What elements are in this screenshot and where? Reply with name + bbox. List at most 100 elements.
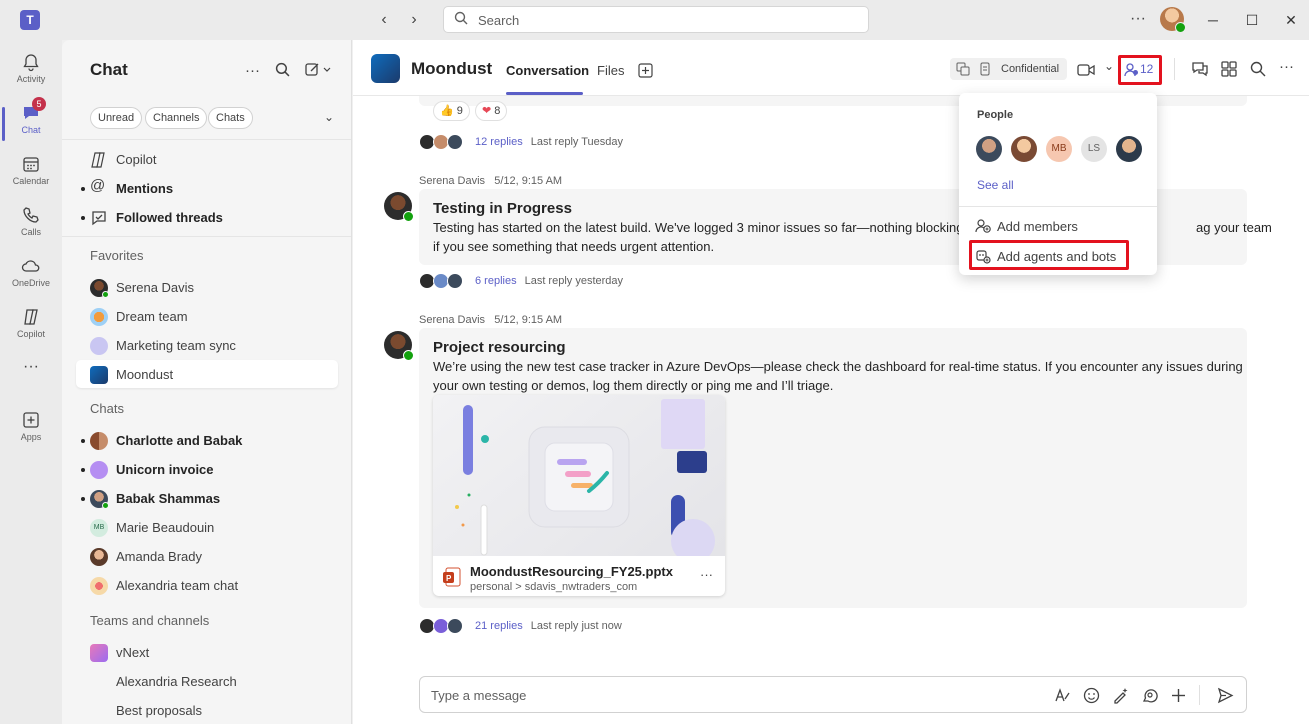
plus-icon[interactable] (1170, 687, 1187, 704)
section-chats[interactable]: Chats (90, 401, 124, 416)
replies-summary[interactable]: 12 replies Last reply Tuesday (475, 136, 623, 148)
sidebar-item-label: Followed threads (116, 210, 223, 225)
attachment-more-options-button[interactable]: ··· (700, 567, 713, 582)
search-icon[interactable] (1249, 60, 1267, 78)
rail-calendar[interactable]: Calendar (0, 150, 62, 200)
chat-sidebar: Chat ··· Unread Channels Chats ⌄ Copilot… (62, 40, 352, 724)
app-rail: Activity 5 Chat Calendar Calls OneDrive … (0, 40, 62, 724)
chevron-down-icon[interactable]: ⌄ (1104, 59, 1114, 73)
sparkle-pen-icon[interactable] (1112, 687, 1129, 704)
send-icon[interactable] (1217, 687, 1234, 704)
rail-label: Calls (20, 227, 41, 237)
sidebar-item-unicorn-invoice[interactable]: Unicorn invoice (76, 455, 338, 483)
channel-logo (371, 54, 400, 83)
sidebar-item-moondust[interactable]: Moondust (76, 360, 338, 388)
member-avatar[interactable] (976, 136, 1002, 162)
sender-avatar[interactable] (384, 331, 414, 361)
sensitivity-label[interactable]: Confidential (950, 58, 1067, 80)
rail-copilot[interactable]: Copilot (0, 303, 62, 353)
loop-icon[interactable] (1141, 687, 1158, 704)
reply-count[interactable]: 12 replies (475, 136, 523, 148)
replies-summary[interactable]: 21 replies Last reply just now (475, 620, 622, 632)
sidebar-item-label: Mentions (116, 181, 174, 196)
add-people-icon (975, 219, 991, 233)
member-avatar[interactable]: LS (1081, 136, 1107, 162)
avatar: MB (90, 519, 108, 537)
video-call-icon[interactable] (1077, 61, 1095, 79)
people-button[interactable]: 12 (1118, 55, 1162, 85)
rail-chat[interactable]: 5 Chat (0, 97, 62, 149)
reply-count[interactable]: 21 replies (475, 620, 523, 632)
more-options-icon[interactable]: ··· (245, 62, 260, 79)
settings-more-button[interactable]: ··· (1130, 10, 1146, 28)
rail-onedrive[interactable]: OneDrive (0, 252, 62, 302)
sidebar-item-babak-shammas[interactable]: Babak Shammas (76, 484, 338, 512)
add-tab-icon[interactable] (638, 63, 653, 78)
more-options-icon[interactable]: ··· (1279, 58, 1294, 75)
reply-count[interactable]: 6 replies (475, 275, 517, 287)
sidebar-item-charlotte-and-babak[interactable]: Charlotte and Babak (76, 426, 338, 454)
sidebar-item-vnext[interactable]: vNext (76, 638, 338, 666)
maximize-button[interactable]: ☐ (1242, 10, 1262, 30)
sidebar-item-alexandria-research[interactable]: Alexandria Research (76, 667, 338, 695)
search-input[interactable]: Search (443, 6, 869, 33)
member-avatar[interactable]: MB (1046, 136, 1072, 162)
filter-unread[interactable]: Unread (90, 107, 143, 129)
followed-threads-icon (92, 211, 106, 226)
filter-channels[interactable]: Channels (145, 107, 208, 129)
forward-arrow-icon[interactable]: › (404, 10, 424, 30)
back-arrow-icon[interactable]: ‹ (374, 10, 394, 30)
close-button[interactable]: ✕ (1281, 10, 1301, 30)
tab-conversation[interactable]: Conversation (506, 63, 589, 78)
reaction-heart[interactable]: ❤ 8 (475, 101, 508, 121)
file-attachment-card[interactable]: P MoondustResourcing_FY25.pptx personal … (433, 395, 725, 596)
sidebar-item-marketing-team-sync[interactable]: Marketing team sync (76, 331, 338, 359)
sidebar-item-marie-beaudouin[interactable]: MB Marie Beaudouin (76, 513, 338, 541)
avatar (90, 490, 109, 509)
search-icon (454, 11, 468, 25)
message-meta: Serena Davis 5/12, 9:15 AM (419, 314, 562, 326)
sidebar-item-label: Babak Shammas (116, 491, 221, 506)
member-avatar[interactable] (1116, 136, 1142, 162)
profile-avatar[interactable] (1160, 7, 1186, 33)
member-avatar[interactable] (1011, 136, 1037, 162)
sidebar-item-copilot[interactable]: Copilot (76, 145, 338, 173)
title-bar: T ‹ › Search ··· ─ ☐ ✕ (0, 0, 1309, 40)
filter-chats[interactable]: Chats (208, 107, 253, 129)
message-composer[interactable]: Type a message (419, 676, 1247, 713)
tab-files[interactable]: Files (597, 63, 624, 78)
sidebar-item-serena-davis[interactable]: Serena Davis (76, 273, 338, 301)
sidebar-item-alexandria-team-chat[interactable]: Alexandria team chat (76, 571, 338, 599)
search-icon[interactable] (275, 62, 290, 77)
section-teams-and-channels[interactable]: Teams and channels (90, 613, 209, 628)
rail-apps[interactable]: Apps (0, 406, 62, 456)
see-all-link[interactable]: See all (977, 178, 1014, 192)
sidebar-item-dream-team[interactable]: Dream team (76, 302, 338, 330)
emoji-icon[interactable] (1083, 687, 1100, 704)
apps-grid-icon[interactable] (1220, 60, 1238, 78)
chat-bubbles-icon[interactable] (1191, 60, 1209, 78)
rail-activity[interactable]: Activity (0, 48, 62, 98)
section-favorites[interactable]: Favorites (90, 248, 143, 263)
format-icon[interactable] (1054, 687, 1071, 704)
message-list[interactable]: 👍 9 ❤ 8 12 replies Last reply Tuesday Ser… (353, 66, 1309, 676)
sidebar-item-mentions[interactable]: @ Mentions (76, 174, 338, 202)
chevron-down-icon[interactable]: ⌄ (324, 110, 334, 124)
attachment-filename[interactable]: MoondustResourcing_FY25.pptx (470, 564, 673, 579)
sender-avatar[interactable] (384, 192, 414, 222)
reply-avatars (419, 618, 471, 634)
sidebar-item-label: Marie Beaudouin (116, 520, 215, 535)
sidebar-item-amanda-brady[interactable]: Amanda Brady (76, 542, 338, 570)
avatar (90, 548, 108, 566)
reaction-like[interactable]: 👍 9 (433, 101, 470, 121)
sender-name: Serena Davis (419, 314, 486, 326)
new-chat-icon[interactable] (305, 62, 333, 77)
rail-calls[interactable]: Calls (0, 201, 62, 251)
minimize-button[interactable]: ─ (1203, 10, 1223, 30)
replies-summary[interactable]: 6 replies Last reply yesterday (475, 275, 623, 287)
channel-name: Moondust (411, 59, 493, 78)
avatar (90, 279, 109, 298)
rail-more-button[interactable]: ··· (0, 358, 62, 388)
sidebar-item-followed-threads[interactable]: Followed threads (76, 203, 338, 231)
sidebar-item-best-proposals[interactable]: Best proposals (76, 696, 338, 724)
